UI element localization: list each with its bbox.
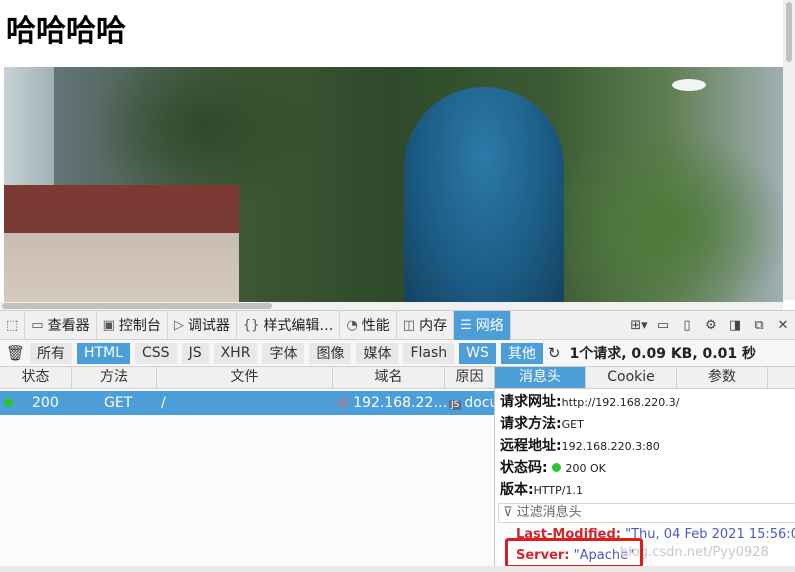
- vertical-scrollbar[interactable]: [783, 0, 795, 300]
- inspector-icon: ▭: [31, 317, 44, 333]
- debugger-icon: ▷: [173, 317, 184, 333]
- request-method-line: 请求方法:GET: [500, 413, 584, 433]
- pick-element-button[interactable]: ⬚: [0, 310, 26, 340]
- horizontal-scrollbar[interactable]: [0, 302, 783, 310]
- devtools-panel: ⬚ ▭ 查看器 ▣ 控制台 ▷ 调试器 {} 样式编辑… ◔ 性能 ◫ 内存 ☰ 网络 ⊞▾ …: [0, 310, 795, 572]
- remote-address-line: 远程地址:192.168.220.3:80: [500, 435, 660, 455]
- tab-debugger[interactable]: ▷ 调试器: [168, 310, 237, 340]
- detail-key: 版本:: [500, 482, 534, 498]
- filter-icon: ⊽: [503, 505, 517, 520]
- row-status: 200: [32, 395, 59, 411]
- version-line: 版本:HTTP/1.1: [500, 479, 583, 499]
- tab-label: 调试器: [187, 318, 230, 334]
- filter-fonts[interactable]: 字体: [262, 342, 305, 364]
- row-method: GET: [104, 395, 133, 411]
- page-title: 哈哈哈哈: [6, 14, 126, 49]
- close-icon[interactable]: ✕: [771, 318, 795, 333]
- split-console-icon[interactable]: ▭: [651, 318, 675, 333]
- tab-inspector[interactable]: ▭ 查看器: [25, 310, 97, 340]
- memory-icon: ◫: [402, 317, 416, 333]
- performance-icon: ◔: [346, 317, 358, 333]
- row-domain: ⊘ 192.168.22…: [337, 395, 447, 411]
- column-file[interactable]: 文件: [157, 367, 333, 389]
- reload-icon[interactable]: ↻: [548, 345, 561, 361]
- network-icon: ☰: [460, 317, 472, 333]
- tab-label: 网络: [475, 318, 504, 334]
- detail-value: HTTP/1.1: [533, 484, 583, 497]
- row-cause: JS docu: [447, 395, 494, 411]
- tab-label: 内存: [419, 318, 448, 334]
- row-domain-text: 192.168.22…: [353, 395, 447, 411]
- tab-cookies[interactable]: Cookie: [586, 367, 677, 388]
- tab-label: 控制台: [118, 318, 161, 334]
- detail-key: 远程地址:: [500, 438, 562, 454]
- responsive-design-icon[interactable]: ▯: [675, 318, 699, 333]
- filter-css[interactable]: CSS: [135, 342, 177, 364]
- filter-flash[interactable]: Flash: [403, 342, 455, 364]
- network-filter-bar: 🗑 所有 HTML CSS JS XHR 字体 图像 媒体 Flash WS 其…: [0, 340, 795, 367]
- request-url-line: 请求网址:http://192.168.220.3/: [500, 391, 680, 411]
- detail-key: 状态码:: [500, 460, 548, 476]
- tab-params[interactable]: 参数: [677, 367, 768, 388]
- request-table-header: 状态 方法 文件 域名 原因: [0, 367, 494, 389]
- tab-network[interactable]: ☰ 网络: [454, 310, 511, 340]
- photo-image: [4, 67, 783, 302]
- highlight-box: [505, 538, 643, 568]
- table-row[interactable]: 200 GET / ⊘ 192.168.22… JS docu: [0, 391, 494, 415]
- dock-side-icon[interactable]: ◨: [723, 318, 747, 333]
- filter-media[interactable]: 媒体: [356, 342, 399, 364]
- detail-value: 192.168.220.3:80: [561, 440, 660, 453]
- trash-icon[interactable]: 🗑: [6, 345, 25, 361]
- filter-all[interactable]: 所有: [30, 342, 73, 364]
- style-editor-icon: {}: [242, 317, 260, 333]
- tab-memory[interactable]: ◫ 内存: [397, 310, 455, 340]
- insecure-icon: ⊘: [337, 395, 349, 411]
- detail-value: http://192.168.220.3/: [561, 396, 680, 409]
- tab-label: 查看器: [47, 318, 90, 334]
- status-ok-icon: [0, 395, 32, 411]
- console-icon: ▣: [102, 317, 115, 333]
- devtools-toolbar: ⬚ ▭ 查看器 ▣ 控制台 ▷ 调试器 {} 样式编辑… ◔ 性能 ◫ 内存 ☰ 网络 ⊞▾ …: [0, 310, 795, 340]
- filter-headers-input[interactable]: ⊽ 过滤消息头: [498, 503, 795, 523]
- request-summary: 1个请求, 0.09 KB, 0.01 秒: [569, 346, 756, 362]
- tab-headers[interactable]: 消息头: [495, 367, 586, 388]
- js-tag-icon: JS: [449, 400, 462, 410]
- header-value: "Thu, 04 Feb 2021 15:56:04: [625, 527, 795, 542]
- details-tabs: 消息头 Cookie 参数: [495, 367, 795, 389]
- row-file: /: [161, 395, 166, 411]
- detail-key: 请求网址:: [500, 394, 562, 410]
- tab-label: 样式编辑…: [263, 318, 334, 334]
- detail-value: GET: [561, 418, 584, 431]
- detail-key: 请求方法:: [500, 416, 562, 432]
- filter-other[interactable]: 其他: [500, 342, 543, 364]
- tab-style-editor[interactable]: {} 样式编辑…: [237, 310, 341, 340]
- column-domain[interactable]: 域名: [333, 367, 445, 389]
- undock-window-icon[interactable]: ⧉: [747, 318, 771, 333]
- filter-xhr[interactable]: XHR: [213, 342, 258, 364]
- column-status[interactable]: 状态: [0, 367, 72, 389]
- tab-label: 性能: [361, 318, 390, 334]
- detail-value: 200 OK: [565, 462, 606, 475]
- layout-icon[interactable]: ⊞▾: [627, 318, 651, 333]
- column-cause[interactable]: 原因: [445, 367, 494, 389]
- filter-html[interactable]: HTML: [77, 342, 131, 364]
- column-method[interactable]: 方法: [72, 367, 157, 389]
- tab-performance[interactable]: ◔ 性能: [340, 310, 397, 340]
- bottom-strip: [0, 566, 795, 572]
- tab-console[interactable]: ▣ 控制台: [97, 310, 168, 340]
- filter-images[interactable]: 图像: [309, 342, 352, 364]
- filter-placeholder: 过滤消息头: [516, 505, 582, 520]
- status-ok-icon: [552, 463, 562, 472]
- filter-ws[interactable]: WS: [459, 342, 496, 364]
- pick-element-icon: ⬚: [6, 317, 19, 333]
- settings-gear-icon[interactable]: ⚙: [699, 318, 723, 333]
- row-cause-text: docu: [464, 395, 494, 411]
- filter-js[interactable]: JS: [181, 342, 209, 364]
- status-code-line: 状态码: 200 OK: [500, 457, 606, 477]
